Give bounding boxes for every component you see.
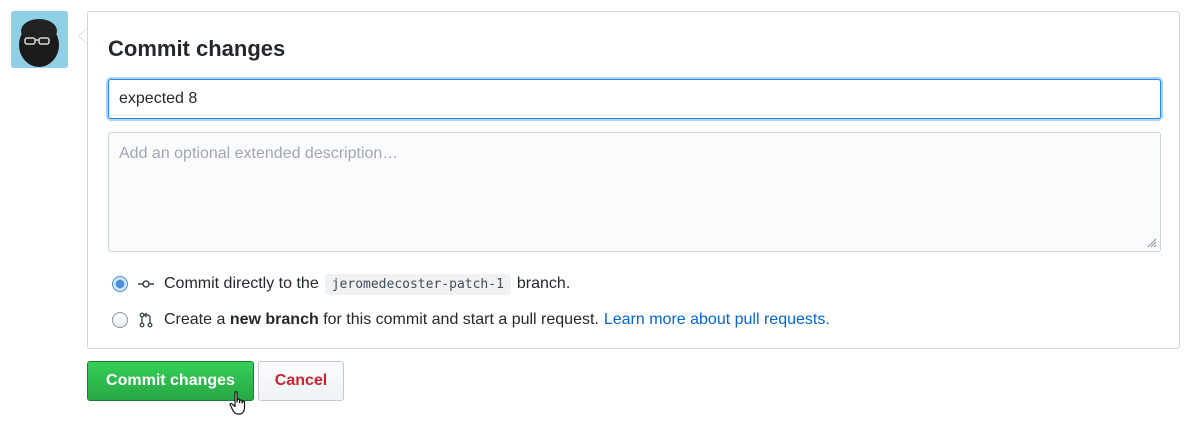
learn-more-link[interactable]: Learn more about pull requests.	[604, 311, 830, 329]
git-commit-icon	[138, 280, 154, 288]
git-pull-request-icon	[139, 312, 153, 328]
commit-summary-input[interactable]	[108, 79, 1161, 119]
resize-grip-icon[interactable]	[1147, 238, 1157, 248]
hand-cursor-icon	[229, 391, 246, 415]
commit-form-box: Commit changes Commit directly to the je…	[87, 11, 1180, 349]
option-commit-directly[interactable]: Commit directly to the jeromedecoster-pa…	[112, 272, 570, 296]
branch-name: jeromedecoster-patch-1	[324, 273, 511, 295]
radio-new-branch[interactable]	[112, 312, 128, 328]
option-new-bold: new branch	[229, 311, 319, 328]
commit-description-textarea[interactable]	[108, 132, 1161, 252]
avatar-image	[11, 11, 68, 68]
radio-commit-directly[interactable]	[112, 276, 128, 292]
option-new-prefix: Create a	[164, 311, 226, 328]
option-direct-prefix: Commit directly to the	[164, 275, 319, 292]
avatar[interactable]	[11, 11, 68, 68]
option-direct-suffix: branch.	[516, 275, 571, 292]
option-new-middle: for this commit and start a pull request…	[323, 311, 599, 328]
description-wrapper	[108, 132, 1161, 252]
commit-form-title: Commit changes	[108, 36, 286, 61]
cancel-button[interactable]: Cancel	[258, 361, 344, 401]
option-new-branch[interactable]: Create a new branch for this commit and …	[112, 308, 830, 332]
